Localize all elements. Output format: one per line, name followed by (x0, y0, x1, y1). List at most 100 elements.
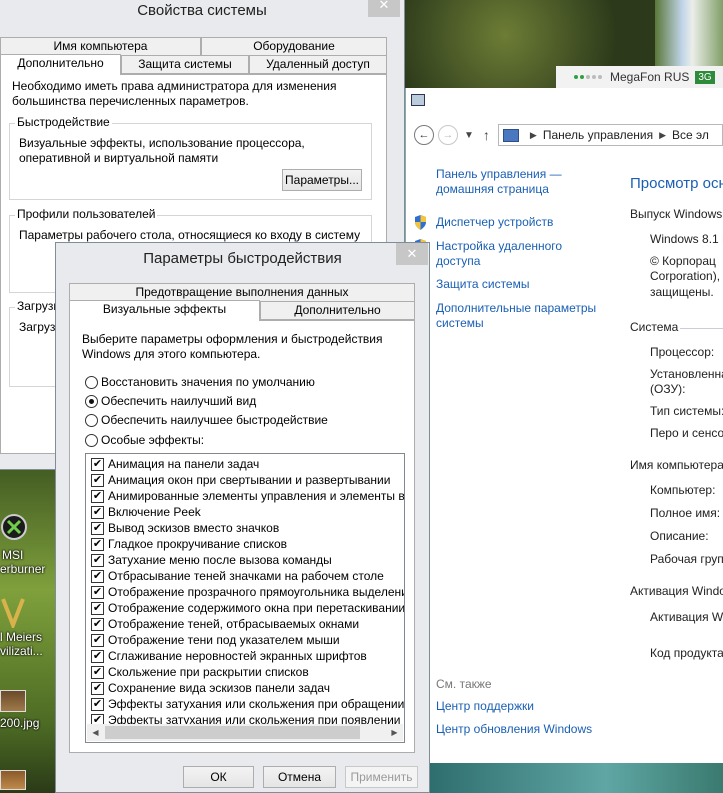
checked-checkbox-icon[interactable]: ✔ (91, 681, 104, 695)
device-manager-link[interactable]: Диспетчер устройств (436, 215, 553, 230)
installed-ram-label: (ОЗУ): (650, 382, 686, 396)
effect-option[interactable]: ✔ Анимированные элементы управления и эле… (86, 488, 404, 504)
dialog-title[interactable]: Параметры быстродействия (56, 247, 429, 277)
radio-best-appearance[interactable]: Обеспечить наилучший вид (85, 394, 256, 408)
action-center-link[interactable]: Центр поддержки (436, 699, 534, 714)
apply-button[interactable]: Применить (345, 766, 418, 788)
radio-button[interactable] (85, 413, 98, 427)
performance-group-label: Быстродействие (15, 115, 112, 129)
radio-label: Обеспечить наилучшее быстродействие (101, 413, 328, 427)
breadcrumb-item[interactable]: Все эл (672, 128, 709, 142)
effect-option[interactable]: ✔ Затухание меню после вызова команды (86, 552, 404, 568)
effect-option[interactable]: ✔ Включение Peek (86, 504, 404, 520)
effect-option[interactable]: ✔ Отображение теней, отбрасываемых окнами (86, 616, 404, 632)
title-bar[interactable] (406, 88, 723, 114)
checked-checkbox-icon[interactable]: ✔ (91, 521, 104, 535)
system-control-panel-window: ← → ▼ ↑ ▶ Панель управления ▶ Все эл Пан… (405, 88, 723, 763)
effect-option[interactable]: ✔ Отображение прозрачного прямоугольника … (86, 584, 404, 600)
radio-custom[interactable]: Особые эффекты: (85, 433, 204, 447)
checked-checkbox-icon[interactable]: ✔ (91, 617, 104, 631)
checked-checkbox-icon[interactable]: ✔ (91, 505, 104, 519)
image-file-icon[interactable] (0, 770, 26, 790)
tab-visual-effects[interactable]: Визуальные эффекты (69, 300, 260, 321)
close-icon[interactable]: ✕ (368, 0, 400, 17)
dialog-title[interactable]: Свойства системы (0, 0, 404, 29)
effect-label: Анимация окон при свертывании и разверты… (108, 473, 391, 487)
radio-label: Восстановить значения по умолчанию (101, 375, 315, 389)
checked-checkbox-icon[interactable]: ✔ (91, 569, 104, 583)
close-icon[interactable]: ✕ (396, 243, 428, 265)
control-panel-home-link[interactable]: Панель управления — домашняя страница (436, 167, 576, 197)
civilization-icon[interactable] (0, 596, 26, 628)
up-arrow-icon[interactable]: ↑ (483, 127, 490, 143)
user-profiles-group-label: Профили пользователей (15, 207, 158, 221)
effect-option[interactable]: ✔ Сглаживание неровностей экранных шрифто… (86, 648, 404, 664)
radio-best-performance[interactable]: Обеспечить наилучшее быстродействие (85, 413, 328, 427)
radio-button[interactable] (85, 375, 98, 389)
copyright-line: © Корпорац (650, 254, 716, 268)
tab-advanced[interactable]: Дополнительно (0, 54, 121, 75)
checked-checkbox-icon[interactable]: ✔ (91, 457, 104, 471)
horizontal-scrollbar[interactable]: ◀ ▶ (87, 724, 403, 741)
activation-heading: Активация Windo (630, 584, 723, 598)
address-bar[interactable]: ▶ Панель управления ▶ Все эл (497, 124, 723, 146)
checked-checkbox-icon[interactable]: ✔ (91, 553, 104, 567)
desktop-icon-label[interactable]: MSI (2, 548, 23, 562)
back-arrow-icon[interactable]: ← (414, 125, 434, 145)
breadcrumb-separator-icon: ▶ (659, 129, 666, 140)
effect-label: Затухание меню после вызова команды (108, 553, 332, 567)
recent-pages-chevron-icon[interactable]: ▼ (464, 130, 474, 141)
tab-advanced[interactable]: Дополнительно (260, 301, 415, 320)
desktop-icon-label[interactable]: 200.jpg (0, 716, 39, 730)
radio-button-selected[interactable] (85, 394, 98, 408)
tab-system-protection[interactable]: Защита системы (121, 55, 249, 74)
scroll-left-icon[interactable]: ◀ (87, 728, 104, 737)
checked-checkbox-icon[interactable]: ✔ (91, 665, 104, 679)
scrollbar-thumb[interactable] (105, 726, 360, 739)
desktop-icon-label[interactable]: vilizati... (0, 644, 43, 658)
checked-checkbox-icon[interactable]: ✔ (91, 473, 104, 487)
ok-button[interactable]: ОК (183, 766, 254, 788)
scroll-right-icon[interactable]: ▶ (386, 728, 403, 737)
effect-option[interactable]: ✔ Скольжение при раскрытии списков (86, 664, 404, 680)
system-protection-link[interactable]: Защита системы (436, 277, 529, 292)
effect-option[interactable]: ✔ Отображение содержимого окна при перета… (86, 600, 404, 616)
msi-afterburner-icon[interactable] (0, 510, 30, 544)
effect-label: Сохранение вида эскизов панели задач (108, 681, 331, 695)
effect-option[interactable]: ✔ Анимация окон при свертывании и разверт… (86, 472, 404, 488)
desktop-icon-label[interactable]: l Meiers (0, 630, 42, 644)
breadcrumb-item[interactable]: Панель управления (543, 128, 653, 142)
effect-option[interactable]: ✔ Гладкое прокручивание списков (86, 536, 404, 552)
tab-remote[interactable]: Удаленный доступ (249, 55, 387, 74)
checked-checkbox-icon[interactable]: ✔ (91, 489, 104, 503)
radio-let-windows-choose[interactable]: Восстановить значения по умолчанию (85, 375, 315, 389)
image-file-icon[interactable] (0, 690, 26, 712)
forward-arrow-icon[interactable]: → (438, 125, 458, 145)
remote-settings-link[interactable]: Настройка удаленного доступа (436, 239, 571, 269)
checked-checkbox-icon[interactable]: ✔ (91, 537, 104, 551)
checked-checkbox-icon[interactable]: ✔ (91, 601, 104, 615)
visual-effects-list[interactable]: ✔ Анимация на панели задач ✔ Анимация окон … (85, 453, 405, 743)
signal-bars-icon (574, 75, 602, 79)
checked-checkbox-icon[interactable]: ✔ (91, 649, 104, 663)
effect-option[interactable]: ✔ Вывод эскизов вместо значков (86, 520, 404, 536)
effect-option[interactable]: ✔ Эффекты затухания или скольжения при об… (86, 696, 404, 712)
effect-option[interactable]: ✔ Сохранение вида эскизов панели задач (86, 680, 404, 696)
effect-option[interactable]: ✔ Отображение тени под указателем мыши (86, 632, 404, 648)
computer-name-heading: Имя компьютера (630, 458, 723, 472)
tab-hardware[interactable]: Оборудование (201, 37, 387, 56)
desktop-icon-label[interactable]: erburner (0, 562, 45, 576)
windows-update-link[interactable]: Центр обновления Windows (436, 722, 592, 737)
effect-option[interactable]: ✔ Отбрасывание теней значками на рабочем … (86, 568, 404, 584)
checked-checkbox-icon[interactable]: ✔ (91, 585, 104, 599)
user-profiles-description: Параметры рабочего стола, относящиеся ко… (19, 228, 361, 242)
effect-label: Отображение тени под указателем мыши (108, 633, 340, 647)
checked-checkbox-icon[interactable]: ✔ (91, 633, 104, 647)
performance-description: Визуальные эффекты, использование процес… (19, 136, 305, 165)
performance-settings-button[interactable]: Параметры... (282, 169, 362, 191)
checked-checkbox-icon[interactable]: ✔ (91, 697, 104, 711)
advanced-system-settings-link[interactable]: Дополнительные параметры системы (436, 301, 606, 331)
cancel-button[interactable]: Отмена (263, 766, 336, 788)
effect-option[interactable]: ✔ Анимация на панели задач (86, 456, 404, 472)
radio-button[interactable] (85, 433, 98, 447)
